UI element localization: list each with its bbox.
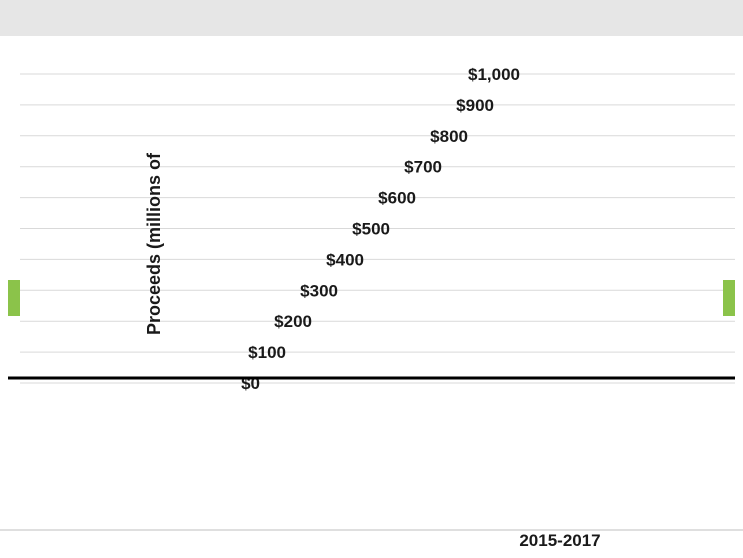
chart-background [0,0,743,553]
y-tick-label: $400 [326,250,364,269]
y-tick-label: $700 [404,158,442,177]
y-tick-label: $300 [300,281,338,300]
legend-label: 2015-2017 [519,531,600,550]
chart: $0 $100 $200 $300 $400 $500 $600 $700 $800 $900 $1… [0,0,743,553]
y-tick-label: $900 [456,96,494,115]
right-accent-bar [723,280,735,316]
y-tick-label: $200 [274,312,312,331]
y-tick-label: $1,000 [468,65,520,84]
chart-svg: $0$100$200$300$400$500$600$700$800$900$1… [0,0,743,553]
left-accent-bar [8,280,20,316]
y-tick-label: $500 [352,220,390,239]
y-tick-label: $600 [378,189,416,208]
y-axis-title: Proceeds (millions of [144,152,164,335]
y-tick-label: $100 [248,343,286,362]
header-band [0,0,743,36]
y-tick-label: $800 [430,127,468,146]
